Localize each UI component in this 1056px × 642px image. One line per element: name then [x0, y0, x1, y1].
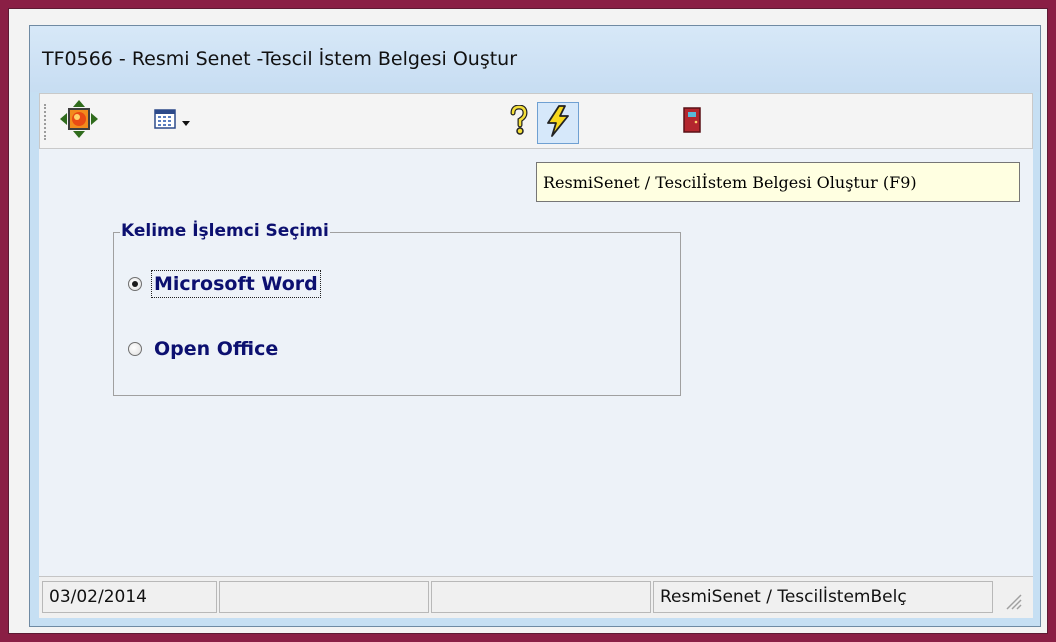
resize-grip-icon[interactable] — [1001, 589, 1023, 615]
screen-frame: TF0566 - Resmi Senet -Tescil İstem Belge… — [8, 8, 1048, 634]
radio-button[interactable] — [128, 342, 142, 356]
word-processor-group: Kelime İşlemci Seçimi Microsoft Word Ope… — [113, 221, 681, 396]
navigation-button[interactable] — [57, 100, 101, 142]
status-panel-empty — [219, 581, 429, 613]
status-date: 03/02/2014 — [42, 581, 217, 613]
status-bar: 03/02/2014 ResmiSenet / TescilİstemBelç — [39, 576, 1033, 618]
title-bar[interactable]: TF0566 - Resmi Senet -Tescil İstem Belge… — [30, 26, 1040, 92]
navigation-icon — [59, 99, 99, 143]
option-open-office[interactable]: Open Office — [128, 338, 278, 360]
app-window: TF0566 - Resmi Senet -Tescil İstem Belge… — [29, 25, 1041, 627]
calendar-icon — [154, 109, 176, 133]
chevron-down-icon — [182, 112, 190, 131]
option-microsoft-word[interactable]: Microsoft Word — [128, 270, 321, 298]
content-area: Kelime İşlemci Seçimi Microsoft Word Ope… — [39, 149, 1033, 576]
window-title: TF0566 - Resmi Senet -Tescil İstem Belge… — [42, 48, 518, 70]
radio-button-selected[interactable] — [128, 277, 142, 291]
generate-document-button[interactable] — [537, 102, 579, 144]
exit-button[interactable] — [677, 104, 707, 140]
option-label[interactable]: Microsoft Word — [151, 270, 321, 298]
toolbar-grip[interactable] — [44, 104, 49, 140]
tooltip: ResmiSenet / Tescilİstem Belgesi Oluştur… — [536, 162, 1020, 202]
toolbar — [39, 93, 1033, 149]
status-message: ResmiSenet / TescilİstemBelç — [653, 581, 993, 613]
calendar-dropdown-button[interactable] — [147, 104, 197, 138]
help-button[interactable] — [504, 104, 534, 140]
exit-door-icon — [683, 107, 701, 137]
group-title: Kelime İşlemci Seçimi — [120, 221, 330, 241]
help-icon — [509, 104, 529, 139]
option-label[interactable]: Open Office — [154, 338, 278, 360]
status-panel-empty — [431, 581, 651, 613]
lightning-icon — [545, 105, 571, 141]
